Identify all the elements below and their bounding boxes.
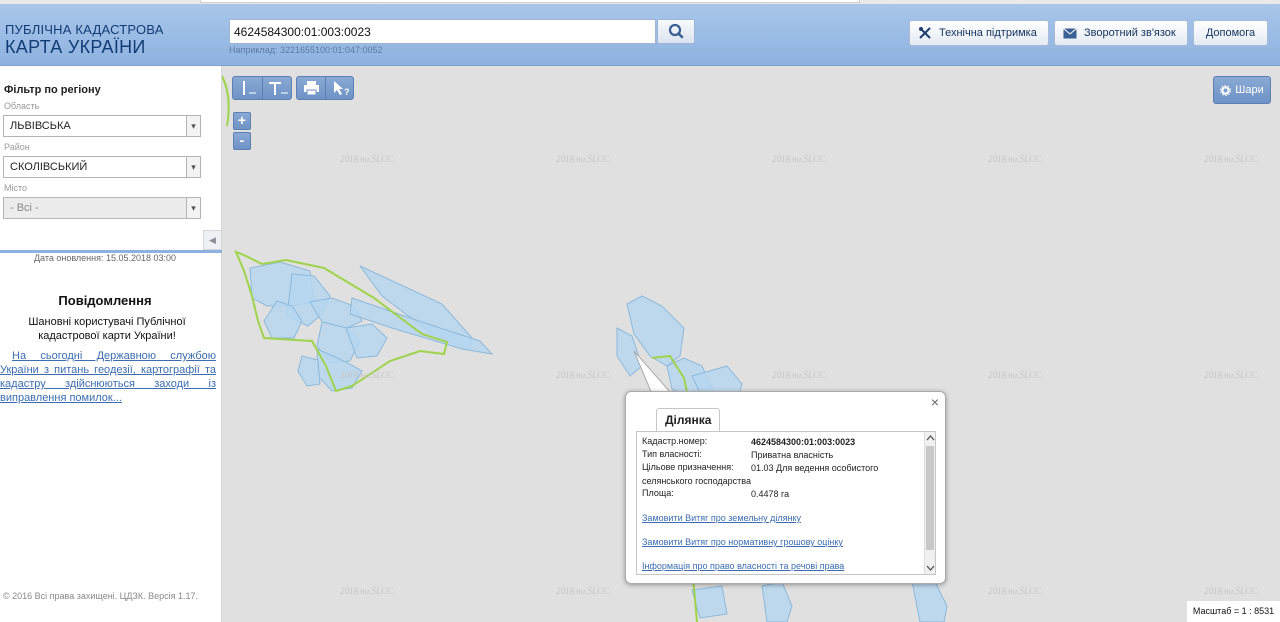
city-select[interactable]: - Всі - ▾ bbox=[3, 197, 201, 219]
watermark-text: 2018.на.SLCC bbox=[988, 154, 1042, 164]
tech-support-label: Технічна підтримка bbox=[939, 27, 1037, 39]
measure-tools bbox=[232, 76, 292, 100]
chevron-up-icon[interactable] bbox=[925, 432, 936, 444]
print-button[interactable] bbox=[297, 77, 326, 99]
region-select[interactable]: ЛЬВІВСЬКА ▾ bbox=[3, 115, 201, 137]
cursor-question-icon: ? bbox=[334, 81, 350, 97]
region-value: ЛЬВІВСЬКА bbox=[10, 120, 71, 132]
svg-text:?: ? bbox=[344, 87, 350, 97]
region-label: Область bbox=[4, 101, 40, 111]
watermark-text: 2018.на.SLCC bbox=[340, 370, 394, 380]
sidebar: Фільтр по регіону Область ЛЬВІВСЬКА ▾ Ра… bbox=[0, 66, 222, 622]
watermark-text: 2018.на.SLCC bbox=[1204, 370, 1258, 380]
watermark-text: 2018.на.SLCC bbox=[556, 154, 610, 164]
layers-button[interactable]: Шари bbox=[1213, 76, 1271, 104]
measure-distance-button[interactable] bbox=[233, 77, 263, 99]
chevron-down-icon: ▾ bbox=[186, 116, 200, 136]
update-date: Дата оновлення: 15.05.2018 03:00 bbox=[33, 253, 177, 263]
map-area[interactable]: 2018.на.SLCC 2018.на.SLCC 2018.на.SLCC 2… bbox=[222, 66, 1280, 622]
logo-line-2: КАРТА УКРАЇНИ bbox=[5, 37, 146, 57]
chevron-down-icon: ▾ bbox=[186, 157, 200, 177]
watermark-text: 2018.на.SLCC bbox=[772, 370, 826, 380]
cadastral-label: Кадастр.номер: bbox=[642, 436, 708, 446]
area-value: 0.4478 га bbox=[751, 489, 790, 499]
notice-title: Повідомлення bbox=[58, 293, 152, 308]
cadastral-value: 4624584300:01:003:0023 bbox=[751, 437, 856, 447]
app-header: ПУБЛІЧНА КАДАСТРОВА КАРТА УКРАЇНИ Наприк… bbox=[0, 4, 1280, 66]
search-button[interactable] bbox=[657, 19, 695, 44]
watermark-text: 2018.на.SLCC bbox=[988, 586, 1042, 596]
envelope-icon bbox=[1063, 27, 1077, 38]
scrollbar-thumb[interactable] bbox=[926, 446, 934, 550]
tech-support-button[interactable]: Технічна підтримка bbox=[909, 20, 1049, 46]
help-button[interactable]: Допомога bbox=[1193, 20, 1268, 46]
filter-title: Фільтр по регіону bbox=[4, 84, 101, 96]
ownership-value: Приватна власність bbox=[751, 450, 834, 460]
tools-icon bbox=[919, 27, 931, 39]
watermark-text: 2018.на.SLCC bbox=[1204, 154, 1258, 164]
order-valuation-extract-link[interactable]: Замовити Витяг про нормативну грошову оц… bbox=[642, 537, 843, 547]
plus-icon: + bbox=[237, 112, 247, 128]
watermark-text: 2018.на.SLCC bbox=[556, 586, 610, 596]
chevron-down-icon: ▾ bbox=[186, 198, 200, 218]
ownership-info-link[interactable]: Інформація про право власності та речові… bbox=[642, 561, 844, 571]
district-value: СКОЛІВСЬКИЙ bbox=[10, 161, 88, 173]
ruler-m-icon bbox=[243, 81, 256, 95]
parcel-info-panel: Кадастр.номер: 4624584300:01:003:0023 Ти… bbox=[636, 431, 936, 575]
purpose-value: 01.03 Для ведення особистого селянського… bbox=[642, 463, 879, 486]
watermark-text: 2018.на.SLCC bbox=[772, 154, 826, 164]
area-label: Площа: bbox=[642, 488, 674, 498]
watermark-text: 2018.на.SLCC bbox=[340, 586, 394, 596]
district-select[interactable]: СКОЛІВСЬКИЙ ▾ bbox=[3, 156, 201, 178]
chevron-down-icon[interactable] bbox=[925, 562, 936, 574]
print-info-tools: ? bbox=[296, 76, 354, 100]
tab-parcel[interactable]: Ділянка bbox=[656, 408, 721, 432]
help-label: Допомога bbox=[1205, 27, 1256, 39]
identify-button[interactable]: ? bbox=[326, 77, 355, 99]
ownership-label: Тип власності: bbox=[642, 449, 702, 459]
district-label: Район bbox=[4, 142, 30, 152]
search-icon bbox=[668, 23, 684, 39]
measure-area-button[interactable] bbox=[263, 77, 293, 99]
chevron-left-icon: ◀ bbox=[209, 235, 216, 245]
search-hint: Наприклад: 3221655100:01:047:0052 bbox=[229, 45, 383, 55]
browser-tab-edge bbox=[200, 0, 860, 3]
notice-text: Шановні користувачі Публічної кадастрово… bbox=[28, 316, 186, 342]
zoom-in-button[interactable]: + bbox=[233, 112, 251, 130]
feedback-label: Зворотний зв'язок bbox=[1084, 27, 1176, 39]
collapse-sidebar-button[interactable]: ◀ bbox=[203, 230, 222, 250]
minus-icon: - bbox=[239, 132, 245, 148]
close-icon[interactable]: × bbox=[931, 394, 939, 410]
popup-scrollbar[interactable] bbox=[924, 432, 935, 574]
printer-icon bbox=[304, 81, 319, 96]
gear-icon bbox=[1220, 84, 1232, 96]
watermark-text: 2018.на.SLCC bbox=[1204, 586, 1258, 596]
watermark-text: 2018.на.SLCC bbox=[988, 370, 1042, 380]
zoom-out-button[interactable]: - bbox=[233, 132, 251, 150]
logo-line-1: ПУБЛІЧНА КАДАСТРОВА bbox=[5, 22, 164, 37]
city-label: Місто bbox=[4, 183, 28, 193]
ruler-area-icon bbox=[269, 82, 288, 95]
map-scale: Масштаб = 1 : 8531 bbox=[1187, 601, 1280, 622]
watermark-text: 2018.на.SLCC bbox=[556, 370, 610, 380]
copyright: © 2016 Всі права захищені. ЦДЗК. Версія … bbox=[3, 591, 199, 601]
layers-label: Шари bbox=[1235, 84, 1264, 96]
city-value: - Всі - bbox=[10, 202, 39, 214]
cadastral-search-input[interactable] bbox=[229, 19, 656, 44]
watermark-text: 2018.на.SLCC bbox=[340, 154, 394, 164]
notice-link[interactable]: На сьогодні Державною службою України з … bbox=[0, 349, 216, 405]
feedback-button[interactable]: Зворотний зв'язок bbox=[1054, 20, 1188, 46]
order-parcel-extract-link[interactable]: Замовити Витяг про земельну ділянку bbox=[642, 513, 801, 523]
parcel-popup: × Ділянка Кадастр.номер: 4624584300:01:0… bbox=[625, 391, 946, 584]
